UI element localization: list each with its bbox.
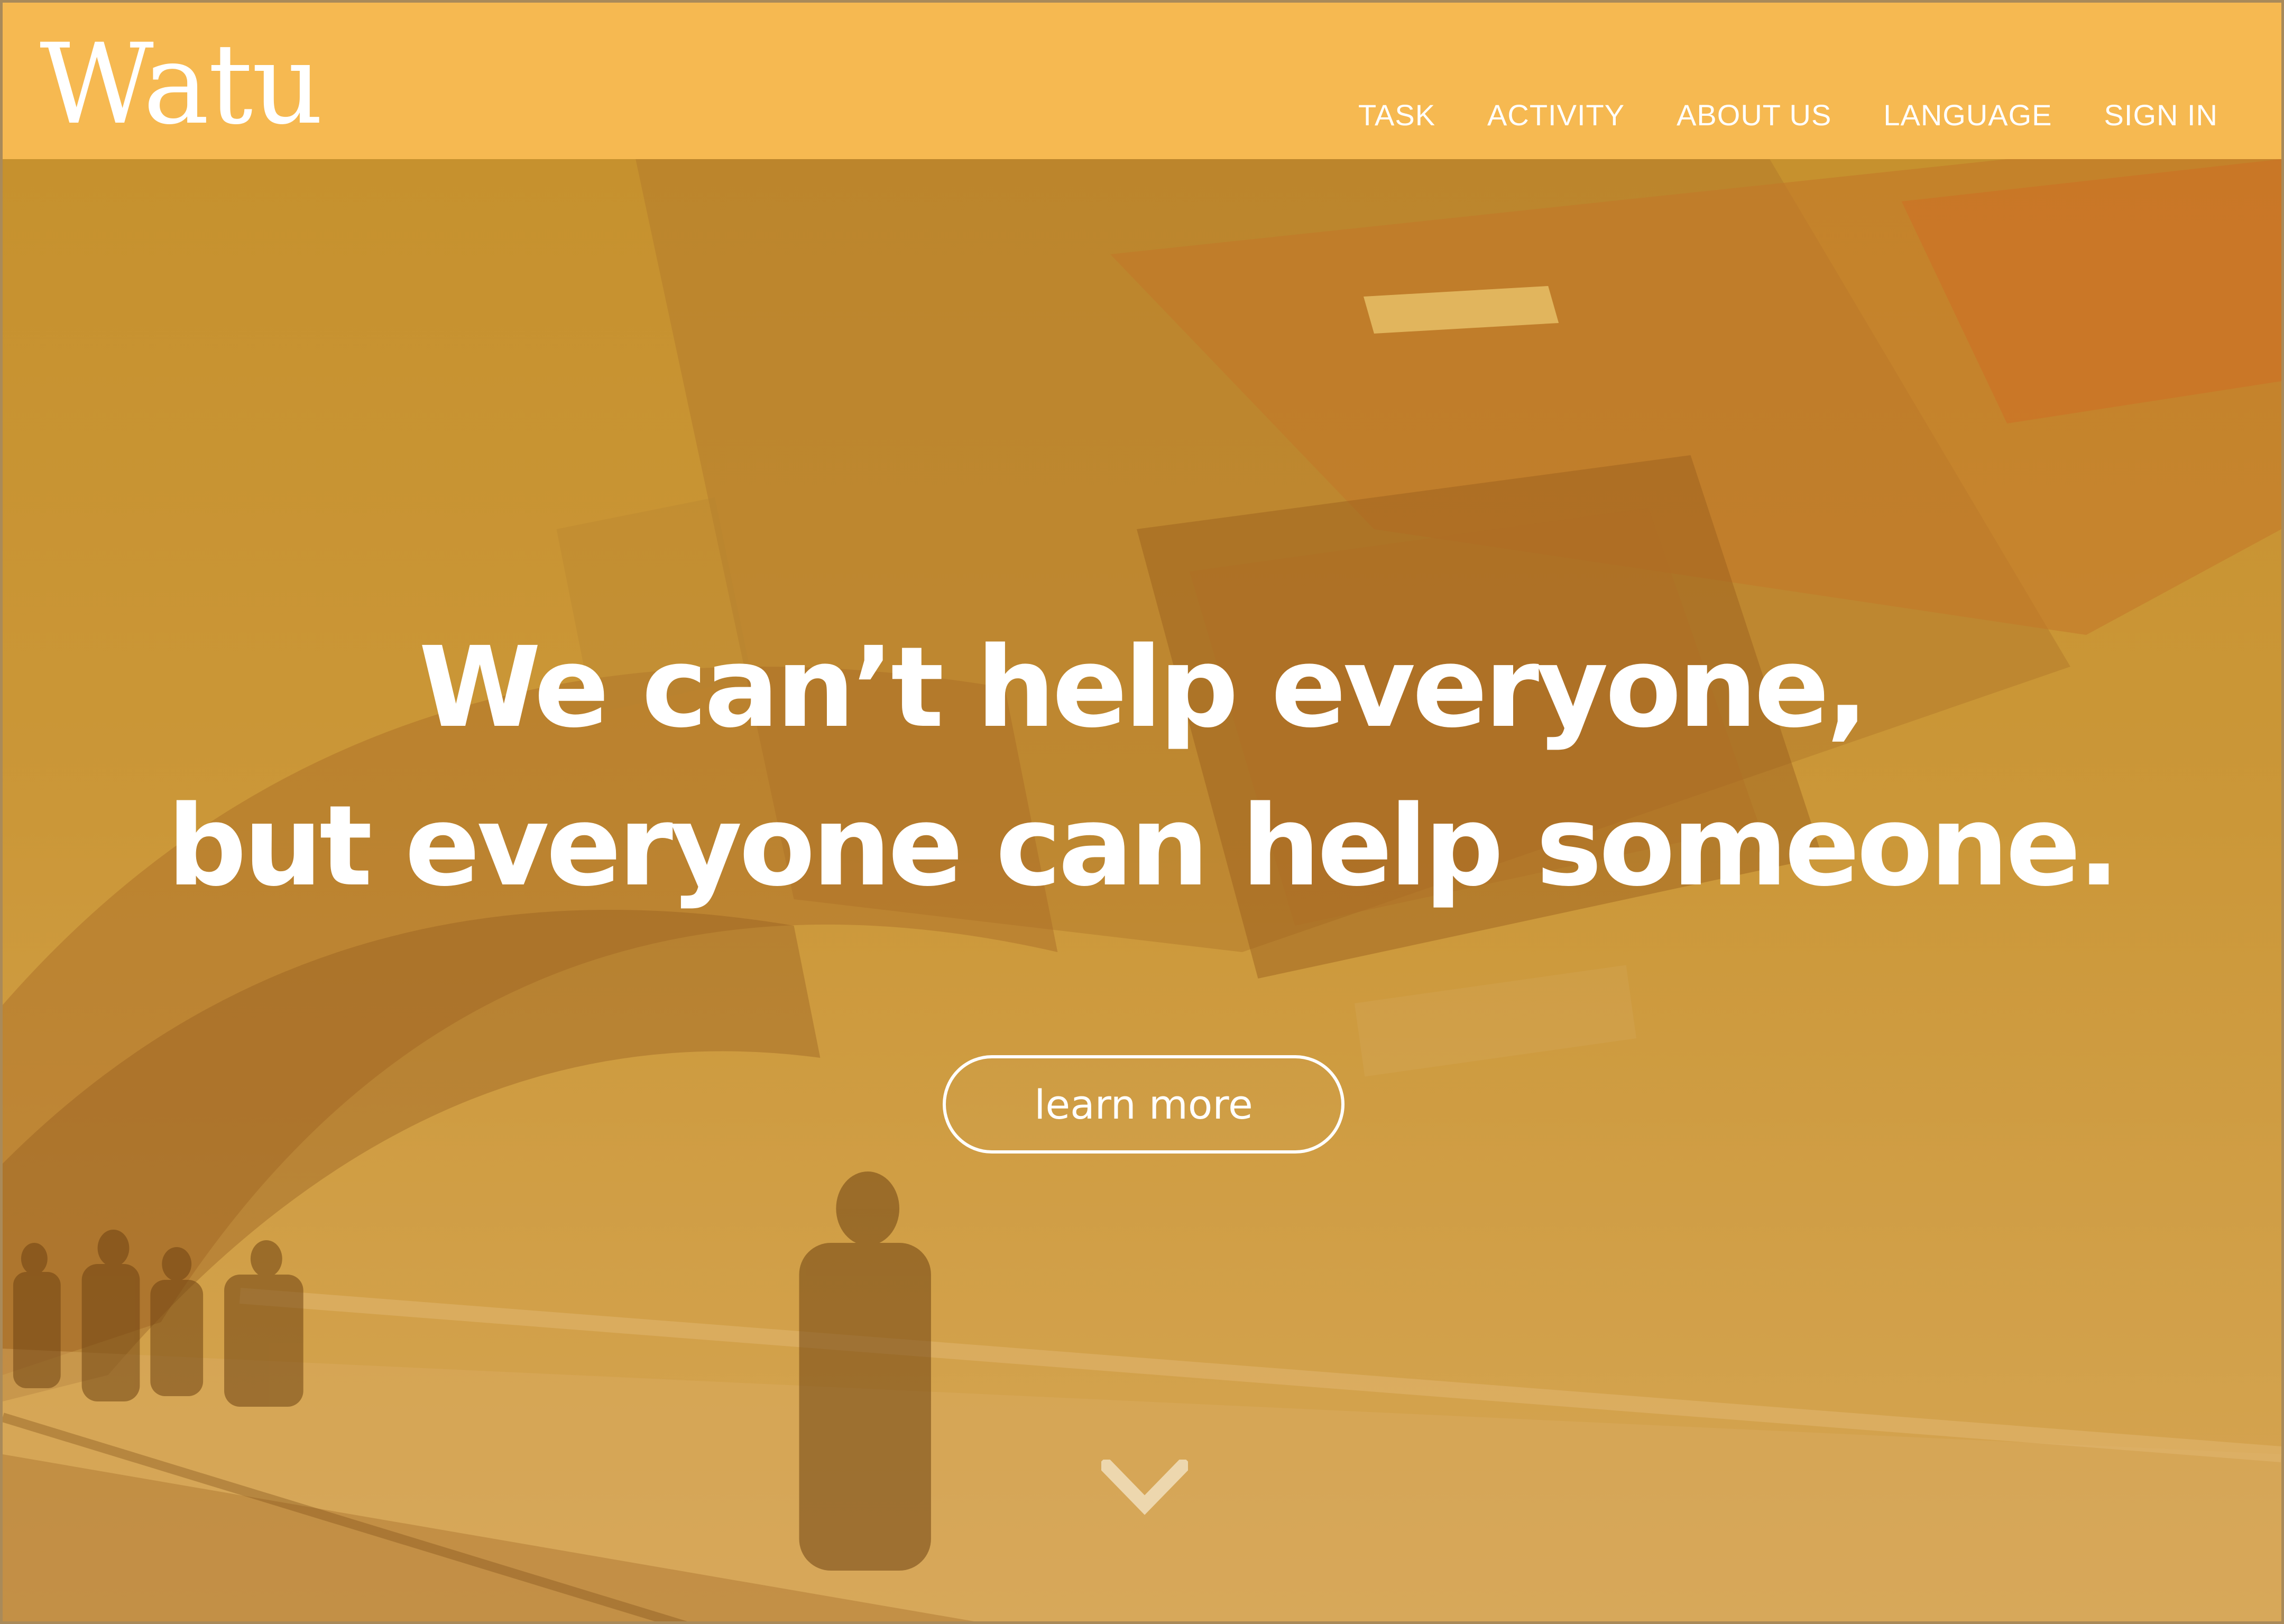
page-frame: Watu TASK ACTIVITY ABOUT US LANGUAGE SIG…: [0, 0, 2284, 1624]
nav-item-sign-in[interactable]: SIGN IN: [2104, 98, 2218, 132]
nav-item-language[interactable]: LANGUAGE: [1883, 98, 2052, 132]
nav-item-activity[interactable]: ACTIVITY: [1487, 98, 1625, 132]
chevron-down-icon[interactable]: [1101, 1460, 1188, 1518]
hero-section: We can’t help everyone, but everyone can…: [3, 159, 2281, 1621]
hero-headline: We can’t help everyone, but everyone can…: [3, 608, 2281, 926]
learn-more-button[interactable]: learn more: [943, 1055, 1344, 1154]
main-nav: TASK ACTIVITY ABOUT US LANGUAGE SIGN IN: [1358, 98, 2218, 132]
headline-line-2: but everyone can help someone.: [167, 781, 2120, 911]
top-header: Watu TASK ACTIVITY ABOUT US LANGUAGE SIG…: [3, 3, 2281, 159]
headline-line-1: We can’t help everyone,: [418, 623, 1868, 752]
nav-item-about-us[interactable]: ABOUT US: [1677, 98, 1831, 132]
nav-item-task[interactable]: TASK: [1358, 98, 1435, 132]
site-logo[interactable]: Watu: [40, 29, 323, 140]
